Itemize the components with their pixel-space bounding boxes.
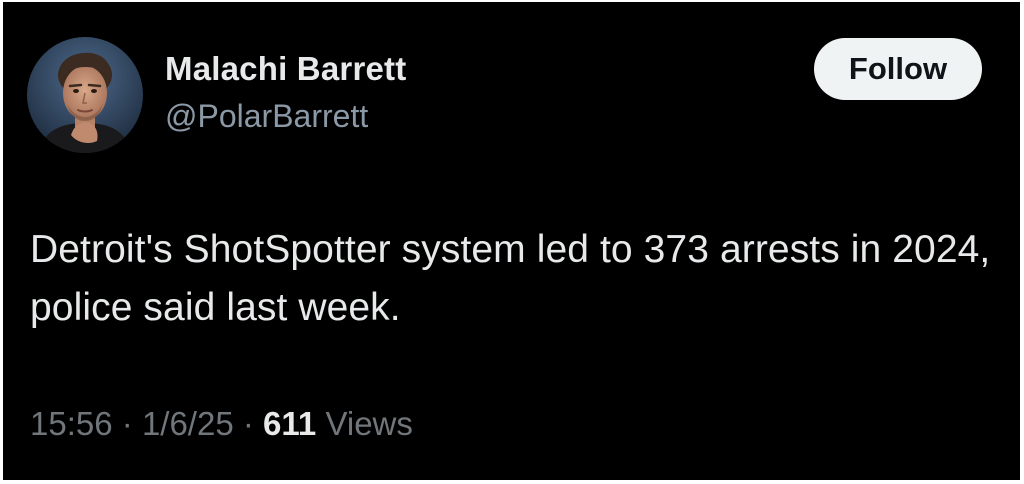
meta-separator: ·: [242, 405, 254, 442]
tweet-metadata: 15:56 · 1/6/25 · 611 Views: [30, 402, 413, 446]
follow-button[interactable]: Follow: [814, 38, 982, 100]
display-name[interactable]: Malachi Barrett: [165, 49, 406, 89]
user-handle[interactable]: @PolarBarrett: [165, 96, 368, 136]
views-label[interactable]: Views: [325, 405, 412, 442]
avatar[interactable]: [27, 37, 143, 153]
tweet-date[interactable]: 1/6/25: [142, 405, 234, 442]
tweet-text: Detroit's ShotSpotter system led to 373 …: [30, 228, 991, 329]
profile-photo-icon: [27, 37, 143, 153]
meta-separator: ·: [121, 405, 133, 442]
tweet-time[interactable]: 15:56: [30, 405, 113, 442]
views-count[interactable]: 611: [263, 405, 316, 442]
tweet-card: Malachi Barrett @PolarBarrett Follow Det…: [3, 2, 1020, 480]
